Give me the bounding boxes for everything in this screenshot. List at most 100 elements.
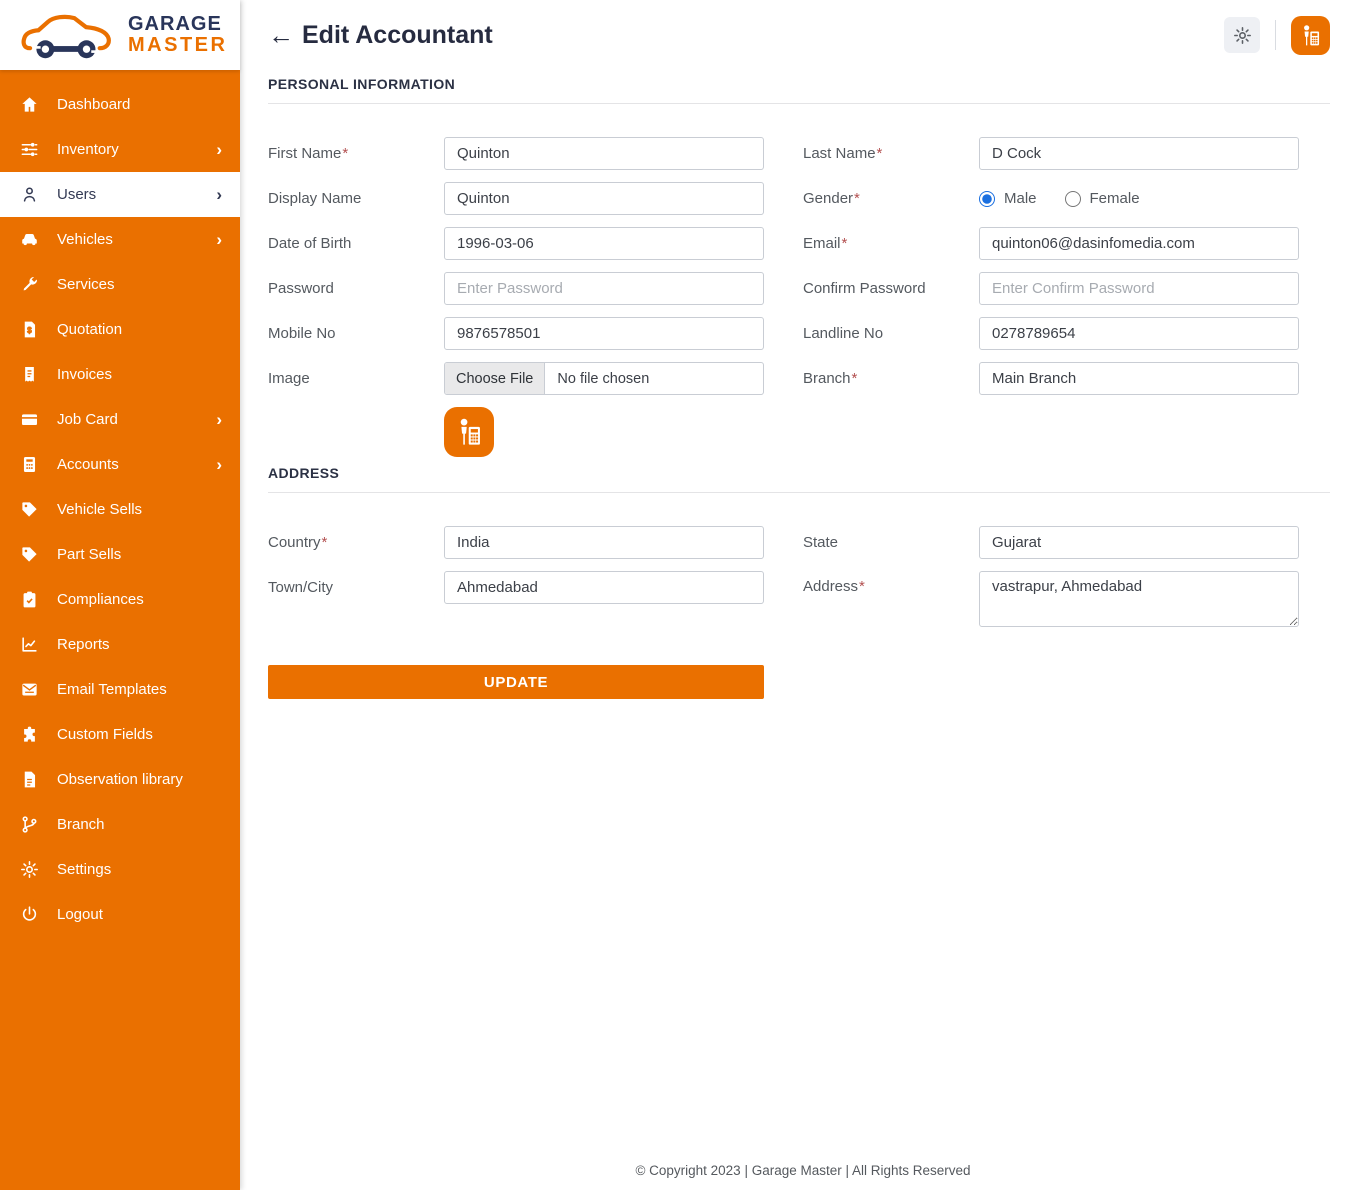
gender-female-option[interactable]: Female — [1064, 190, 1140, 207]
sidebar-item-branch[interactable]: Branch — [0, 802, 240, 847]
landline-input[interactable] — [979, 317, 1299, 350]
display-name-label: Display Name — [268, 190, 362, 207]
sidebar-item-label: Invoices — [57, 366, 113, 383]
image-label: Image — [268, 370, 310, 387]
sidebar-item-email-templates[interactable]: Email Templates — [0, 667, 240, 712]
receipt-icon — [20, 365, 40, 385]
sidebar-item-label: Job Card — [57, 411, 118, 428]
sidebar-item-services[interactable]: Services — [0, 262, 240, 307]
sidebar-item-compliances[interactable]: Compliances — [0, 577, 240, 622]
page-title: Edit Accountant — [302, 20, 493, 49]
sidebar-item-label: Observation library — [57, 771, 183, 788]
display-name-field: Display Name — [268, 182, 764, 215]
footer-copyright: © Copyright 2023 | Garage Master | All R… — [635, 1163, 971, 1178]
file-upload-input[interactable]: Choose File No file chosen — [444, 362, 764, 395]
card-icon — [20, 410, 40, 430]
landline-field: Landline No — [803, 317, 1299, 350]
last-name-input[interactable] — [979, 137, 1299, 170]
sidebar-item-vehicle-sells[interactable]: Vehicle Sells — [0, 487, 240, 532]
sidebar-item-settings[interactable]: Settings — [0, 847, 240, 892]
choose-file-button[interactable]: Choose File — [445, 363, 546, 394]
last-name-field: Last Name* — [803, 137, 1299, 170]
sidebar-item-label: Vehicle Sells — [57, 501, 143, 518]
email-input[interactable] — [979, 227, 1299, 260]
first-name-input[interactable] — [444, 137, 764, 170]
town-city-label: Town/City — [268, 579, 334, 596]
sidebar-item-quotation[interactable]: $ Quotation — [0, 307, 240, 352]
power-icon — [20, 905, 40, 925]
settings-gear-button[interactable] — [1224, 17, 1260, 53]
chart-line-icon — [20, 635, 40, 655]
accountant-icon — [1304, 24, 1320, 45]
sidebar-item-users[interactable]: Users › — [0, 172, 240, 217]
section-title-personal: PERSONAL INFORMATION — [268, 76, 456, 92]
quotation-doc-icon: $ — [20, 320, 40, 340]
password-input[interactable] — [444, 272, 764, 305]
gender-label: Gender* — [803, 190, 860, 207]
brand-logo[interactable]: GARAGE MASTER — [0, 0, 240, 70]
sidebar-item-label: Inventory — [57, 141, 119, 158]
gender-radio-group: Male Female — [979, 190, 1299, 207]
topbar: ← Edit Accountant — [240, 0, 1366, 70]
chevron-right-icon: › — [216, 185, 222, 204]
update-button[interactable]: UPDATE — [268, 665, 764, 699]
sidebar-item-dashboard[interactable]: Dashboard — [0, 82, 240, 127]
sidebar-item-label: Dashboard — [57, 96, 131, 113]
sidebar-item-reports[interactable]: Reports — [0, 622, 240, 667]
sidebar-item-logout[interactable]: Logout — [0, 892, 240, 937]
sidebar-item-label: Vehicles — [57, 231, 113, 248]
main-area: ← Edit Accountant PERSONAL INFORMATION F… — [240, 0, 1366, 1190]
town-city-field: Town/City — [268, 571, 764, 604]
sidebar-item-observation-library[interactable]: Observation library — [0, 757, 240, 802]
section-title-address: ADDRESS — [268, 465, 340, 481]
gender-female-radio[interactable] — [1064, 190, 1081, 207]
svg-text:$: $ — [27, 326, 32, 335]
file-status-text: No file chosen — [557, 370, 650, 387]
sidebar-item-label: Logout — [57, 906, 103, 923]
wrench-icon — [20, 275, 40, 295]
sidebar-item-part-sells[interactable]: Part Sells — [0, 532, 240, 577]
dob-label: Date of Birth — [268, 235, 352, 252]
town-city-input[interactable] — [444, 571, 764, 604]
country-input[interactable] — [444, 526, 764, 559]
branch-input[interactable] — [979, 362, 1299, 395]
sidebar-item-label: Compliances — [57, 591, 144, 608]
sliders-icon — [20, 140, 40, 160]
puzzle-icon — [20, 725, 40, 745]
file-icon — [20, 770, 40, 790]
state-field: State — [803, 526, 1299, 559]
mobile-input[interactable] — [444, 317, 764, 350]
sidebar-item-invoices[interactable]: Invoices — [0, 352, 240, 397]
address-textarea[interactable]: vastrapur, Ahmedabad — [979, 571, 1299, 627]
user-avatar[interactable] — [1291, 15, 1330, 55]
landline-label: Landline No — [803, 325, 884, 342]
sidebar-item-vehicles[interactable]: Vehicles › — [0, 217, 240, 262]
gender-male-option[interactable]: Male — [979, 190, 1037, 207]
confirm-password-input[interactable] — [979, 272, 1299, 305]
sidebar-item-label: Services — [57, 276, 115, 293]
state-input[interactable] — [979, 526, 1299, 559]
first-name-label: First Name* — [268, 145, 349, 162]
gender-male-radio[interactable] — [979, 190, 995, 207]
sidebar-item-label: Part Sells — [57, 546, 122, 563]
car-icon — [20, 230, 40, 250]
calculator-icon — [20, 455, 40, 475]
sidebar-item-label: Quotation — [57, 321, 123, 338]
back-arrow-button[interactable]: ← — [268, 22, 294, 48]
mobile-label: Mobile No — [268, 325, 336, 342]
sidebar-item-job-card[interactable]: Job Card › — [0, 397, 240, 442]
sidebar-item-label: Settings — [57, 861, 112, 878]
sidebar-item-accounts[interactable]: Accounts › — [0, 442, 240, 487]
branch-field: Branch* — [803, 362, 1299, 395]
gear-icon — [20, 860, 40, 880]
user-icon — [20, 185, 40, 205]
state-label: State — [803, 534, 839, 551]
sidebar-item-inventory[interactable]: Inventory › — [0, 127, 240, 172]
last-name-label: Last Name* — [803, 145, 883, 162]
display-name-input[interactable] — [444, 182, 764, 215]
sidebar-item-custom-fields[interactable]: Custom Fields — [0, 712, 240, 757]
clipboard-check-icon — [20, 590, 40, 610]
dob-input[interactable] — [444, 227, 764, 260]
tag-icon — [20, 500, 40, 520]
country-label: Country* — [268, 534, 328, 551]
